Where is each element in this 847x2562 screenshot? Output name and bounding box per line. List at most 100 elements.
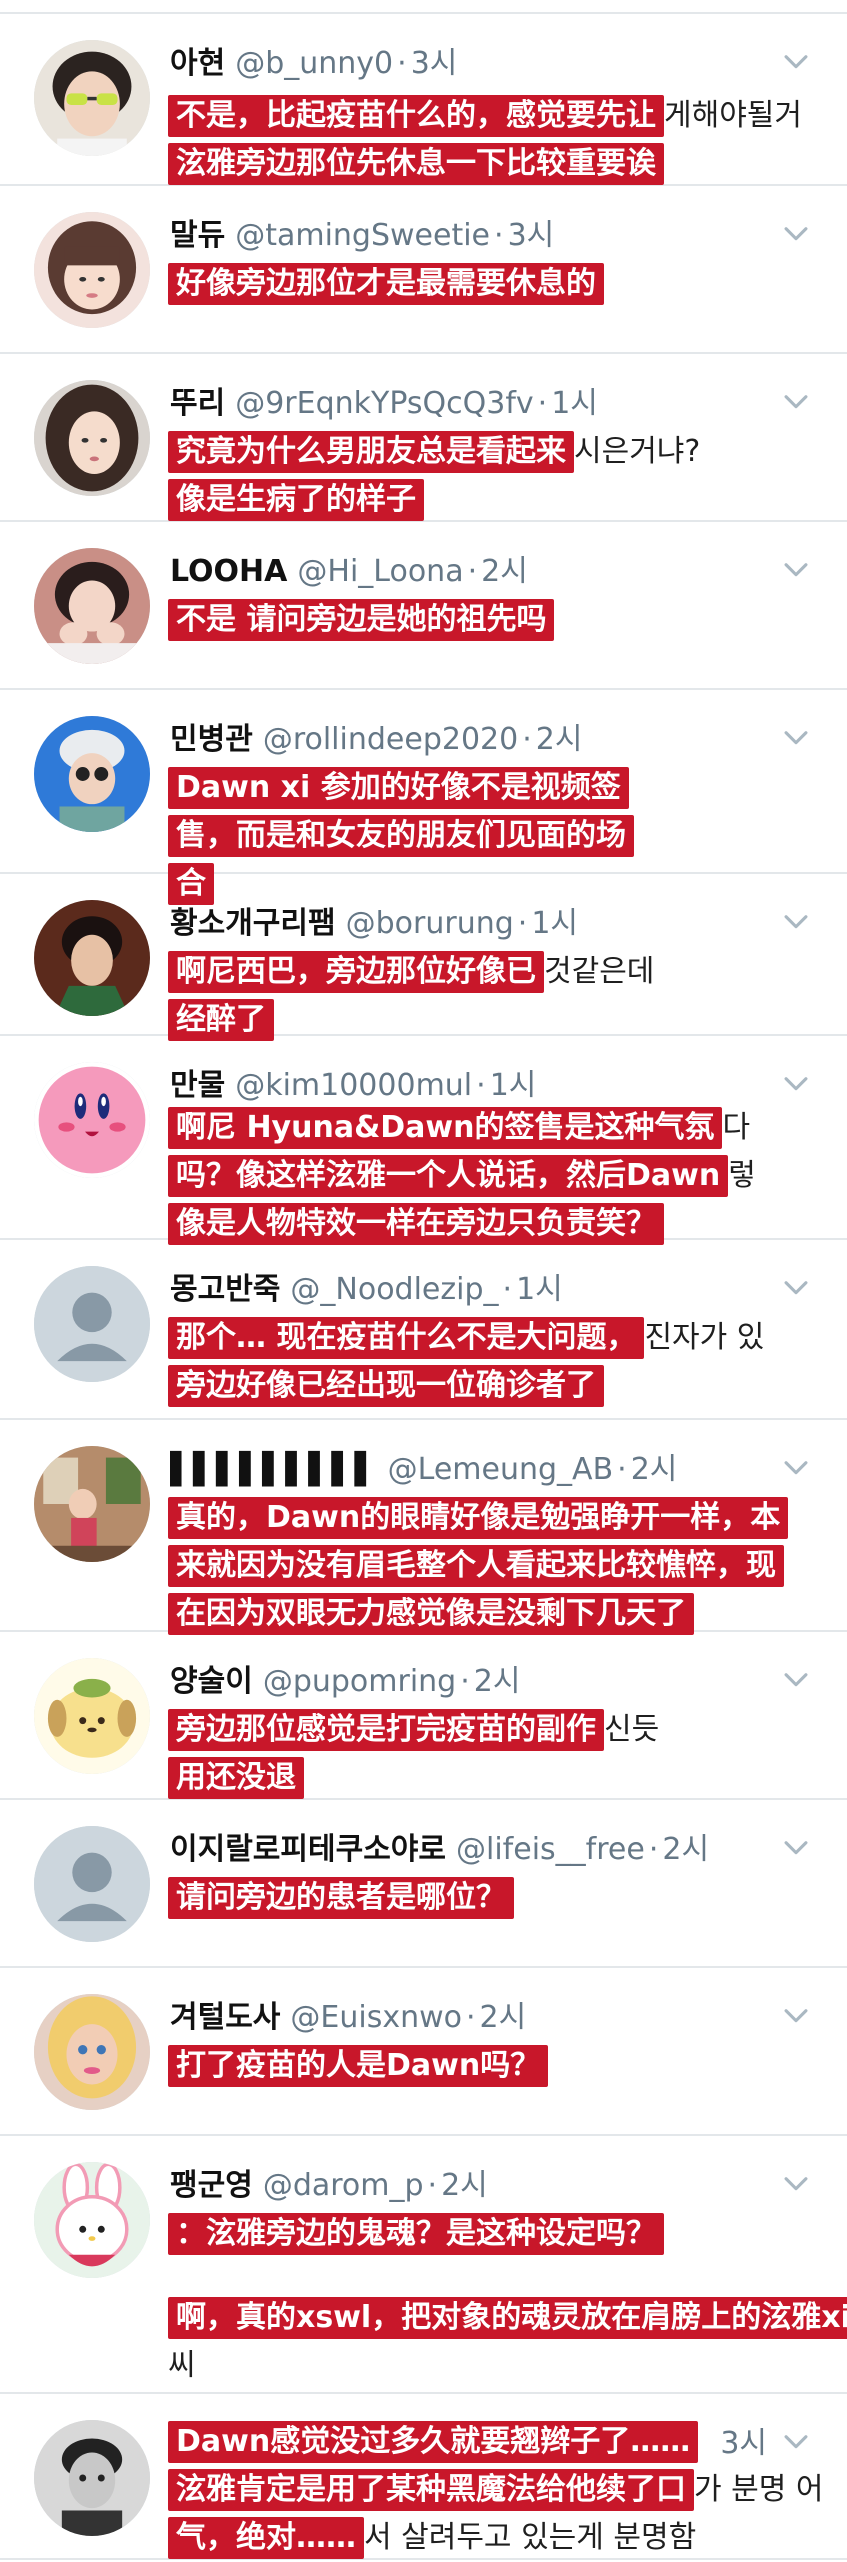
chevron-down-icon[interactable] xyxy=(779,216,813,250)
display-name[interactable]: 황소개구리팸 xyxy=(170,906,336,941)
chevron-down-icon[interactable] xyxy=(779,1998,813,2032)
tweet-item[interactable]: 겨털도사 @Euisxnwo · 2시 打了疫苗的人是Dawn吗？ xyxy=(0,1968,847,2136)
chevron-down-icon[interactable] xyxy=(779,1066,813,1100)
timestamp[interactable]: 2시 xyxy=(631,1452,678,1487)
avatar[interactable] xyxy=(34,40,150,156)
avatar[interactable] xyxy=(34,1994,150,2110)
display-name[interactable]: 말듀 xyxy=(170,218,225,253)
display-name[interactable]: 아현 xyxy=(170,46,225,81)
display-name[interactable]: 민병관 xyxy=(170,722,253,757)
text-line: 不是 请问旁边是她的祖先吗 xyxy=(168,596,817,644)
tweet-item[interactable]: 만물 @kim10000mul · 1시 啊尼 Hyuna&Dawn的签售是这种气氛 다 吗… xyxy=(0,1036,847,1245)
chevron-down-icon[interactable] xyxy=(779,2166,813,2200)
display-name[interactable]: LOOHA xyxy=(170,554,287,589)
tweet-text: 请问旁边的患者是哪位？ xyxy=(168,1874,817,1922)
tweet-text: 那个… 现在疫苗什么不是大问题， 진자가 있 旁边好像已经出现一位确诊者了 xyxy=(168,1314,817,1410)
timestamp[interactable]: 2시 xyxy=(536,722,583,757)
translation-overlay: 啊尼 Hyuna&Dawn的签售是这种气氛 xyxy=(168,1107,723,1149)
user-handle[interactable]: @9rEqnkYPsQcQ3fv xyxy=(235,386,533,421)
display-name[interactable]: 뚜리 xyxy=(170,386,225,421)
original-text-fragment: 신듯 xyxy=(604,1712,660,1747)
avatar[interactable] xyxy=(34,2162,150,2278)
avatar[interactable] xyxy=(34,1266,150,1382)
separator-dot: · xyxy=(502,1272,513,1307)
display-name[interactable]: 몽고반죽 xyxy=(170,1272,280,1307)
timestamp[interactable]: 2시 xyxy=(481,554,528,589)
user-handle[interactable]: @Lemeung_AB xyxy=(388,1452,614,1487)
user-handle[interactable]: @Euisxnwo xyxy=(290,2000,462,2035)
timestamp[interactable]: 2시 xyxy=(662,1832,709,1867)
tweet-item[interactable]: 말듀 @tamingSweetie · 3시 好像旁边那位才是最需要休息的 xyxy=(0,186,847,354)
avatar[interactable] xyxy=(34,900,150,1016)
tweet-item[interactable]: 이지랄로피테쿠소야로 @lifeis__free · 2시 请问旁边的患者是哪位？ xyxy=(0,1800,847,1968)
chevron-down-icon[interactable] xyxy=(779,1450,813,1484)
user-handle[interactable]: @Hi_Loona xyxy=(297,554,463,589)
text-line: 真的，Dawn的眼睛好像是勉强睁开一样，本 xyxy=(168,1494,817,1542)
chevron-down-icon[interactable] xyxy=(779,1830,813,1864)
text-line: 在因为双眼无力感觉像是没剩下几天了 xyxy=(168,1590,817,1638)
tweet-text: 究竟为什么男朋友总是看起来 시은거냐? 像是生病了的样子 xyxy=(168,428,817,524)
display-name[interactable]: 이지랄로피테쿠소야로 xyxy=(170,1832,446,1867)
timestamp[interactable]: 1시 xyxy=(531,906,578,941)
user-handle[interactable]: @kim10000mul xyxy=(235,1068,472,1103)
timestamp[interactable]: 1시 xyxy=(551,386,598,421)
avatar[interactable] xyxy=(34,380,150,496)
tweet-item[interactable]: 아현 @b_unny0 · 3시 不是，比起疫苗什么的，感觉要先让 게해야될거 泫雅旁边那位… xyxy=(0,12,847,186)
display-name[interactable]: 팽군영 xyxy=(170,2168,253,2203)
tweet-item[interactable]: 민병관 @rollindeep2020 · 2시 Dawn xi 参加的好像不是视频签售… xyxy=(0,690,847,905)
translation-overlay: 真的，Dawn的眼睛好像是勉强睁开一样，本 xyxy=(168,1497,789,1539)
timestamp[interactable]: 1시 xyxy=(516,1272,563,1307)
tweet-item[interactable]: ▌▌▌▌▌▌▌▌▌ @Lemeung_AB · 2시 真的，Dawn的眼睛好像是勉强睁开… xyxy=(0,1420,847,1635)
user-handle[interactable]: @tamingSweetie xyxy=(235,218,490,253)
tweet-item[interactable]: 뚜리 @9rEqnkYPsQcQ3fv · 1시 究竟为什么男朋友总是看起来 시은거냐? 像… xyxy=(0,354,847,522)
tweet-item[interactable]: 3시 Dawn感觉没过多久就要翘辫子了…… 泫雅肯定是用了某种黑魔法给他续了口 가 분… xyxy=(0,2394,847,2560)
user-handle[interactable]: @borurung xyxy=(346,906,514,941)
translation-overlay: Dawn感觉没过多久就要翘辫子了…… xyxy=(168,2421,699,2463)
avatar[interactable] xyxy=(34,548,150,664)
display-name[interactable]: 겨털도사 xyxy=(170,2000,280,2035)
avatar[interactable] xyxy=(34,1446,150,1562)
chevron-down-icon[interactable] xyxy=(779,384,813,418)
chevron-down-icon[interactable] xyxy=(779,1662,813,1696)
avatar[interactable] xyxy=(34,716,150,832)
tweet-item[interactable]: 팽군영 @darom_p · 2시 ：泫雅旁边的鬼魂？是这种设定吗？ 啊，真的xswl，把… xyxy=(0,2136,847,2394)
original-text-fragment: 씨 xyxy=(168,2348,196,2383)
display-name[interactable]: 만물 xyxy=(170,1068,225,1103)
original-text-fragment: 게해야될거 xyxy=(664,98,802,133)
user-handle[interactable]: @darom_p xyxy=(263,2168,424,2203)
tweet-item[interactable]: 양술이 @pupomring · 2시 旁边那位感觉是打完疫苗的副作 신듯 用还没退 xyxy=(0,1632,847,1800)
timestamp[interactable]: 3시 xyxy=(411,46,458,81)
user-handle[interactable]: @pupomring xyxy=(263,1664,456,1699)
tweet-item[interactable]: 몽고반죽 @_Noodlezip_ · 1시 那个… 现在疫苗什么不是大问题， 진자가 있… xyxy=(0,1240,847,1420)
avatar[interactable] xyxy=(34,2420,150,2536)
translation-overlay: 请问旁边的患者是哪位？ xyxy=(168,1877,514,1919)
avatar[interactable] xyxy=(34,1062,150,1178)
timestamp[interactable]: 2시 xyxy=(480,2000,527,2035)
timestamp[interactable]: 1시 xyxy=(490,1068,537,1103)
user-handle[interactable]: @lifeis__free xyxy=(456,1832,645,1867)
tweet-text: 啊尼 Hyuna&Dawn的签售是这种气氛 다 吗？像这样泫雅一个人说话，然后Daw… xyxy=(168,1104,817,1248)
avatar[interactable] xyxy=(34,1658,150,1774)
user-handle[interactable]: @_Noodlezip_ xyxy=(290,1272,498,1307)
chevron-down-icon[interactable] xyxy=(779,904,813,938)
tweet-item[interactable]: LOOHA @Hi_Loona · 2시 不是 请问旁边是她的祖先吗 xyxy=(0,522,847,690)
timestamp[interactable]: 3시 xyxy=(508,218,555,253)
display-name[interactable]: ▌▌▌▌▌▌▌▌▌ xyxy=(170,1452,378,1487)
display-name[interactable]: 양술이 xyxy=(170,1664,253,1699)
user-handle[interactable]: @b_unny0 xyxy=(235,46,393,81)
translation-overlay: 旁边那位感觉是打完疫苗的副作 xyxy=(168,1709,604,1751)
avatar[interactable] xyxy=(34,1826,150,1942)
separator-dot: · xyxy=(617,1452,627,1487)
separator-dot: · xyxy=(466,2000,476,2035)
user-handle[interactable]: @rollindeep2020 xyxy=(263,722,518,757)
separator-dot: · xyxy=(427,2168,438,2203)
separator-dot: · xyxy=(517,906,528,941)
chevron-down-icon[interactable] xyxy=(779,44,813,78)
timestamp[interactable]: 2시 xyxy=(441,2168,488,2203)
tweet-item[interactable]: 황소개구리팸 @borurung · 1시 啊尼西巴，旁边那位好像已 것같은데 经醉了 xyxy=(0,874,847,1041)
timestamp[interactable]: 2시 xyxy=(474,1664,521,1699)
avatar[interactable] xyxy=(34,212,150,328)
chevron-down-icon[interactable] xyxy=(779,552,813,586)
chevron-down-icon[interactable] xyxy=(779,1270,813,1304)
chevron-down-icon[interactable] xyxy=(779,720,813,754)
